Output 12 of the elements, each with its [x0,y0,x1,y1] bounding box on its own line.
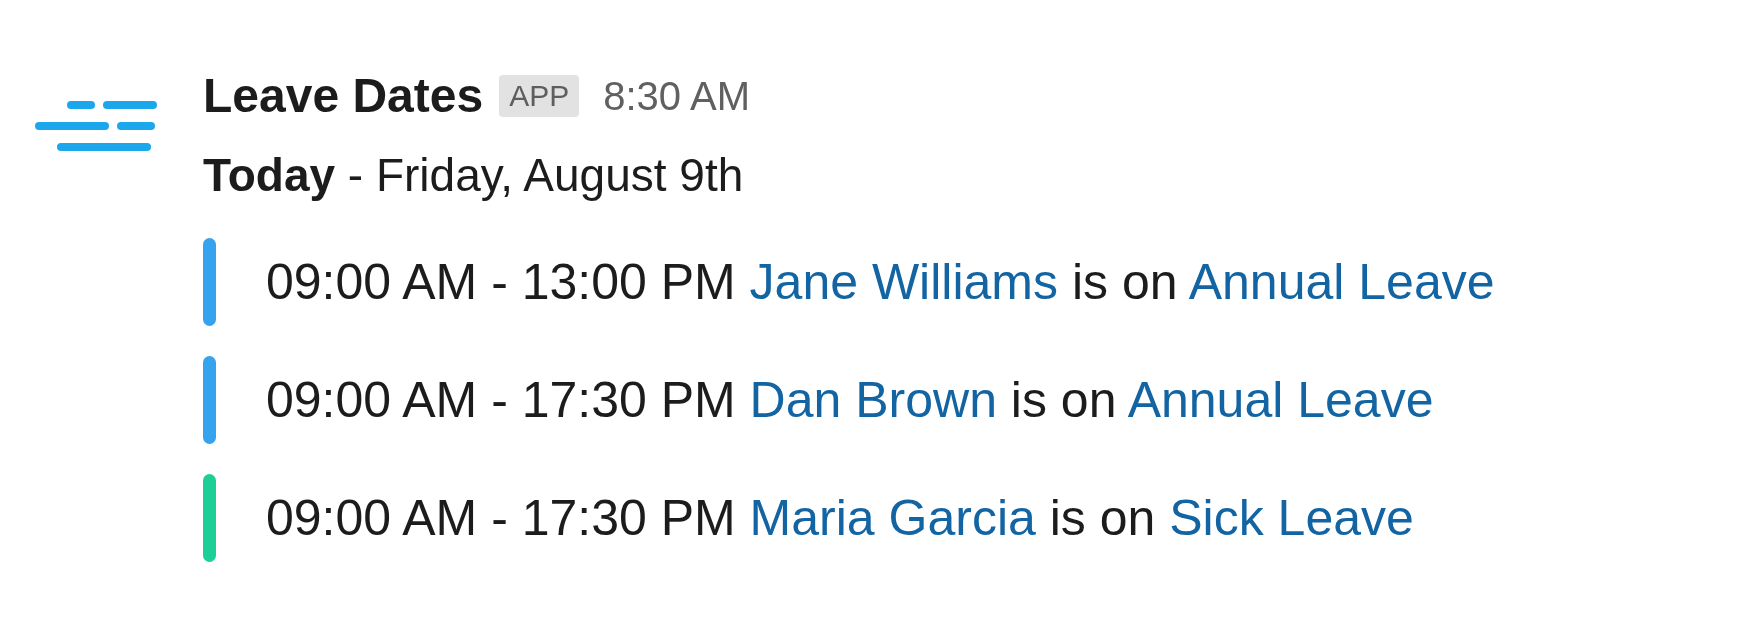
app-name: Leave Dates [203,72,484,120]
leave-entry: 09:00 AM - 13:00 PM Jane Williams is on Annual Leave [266,257,1495,307]
message-time: 8:30 AM [603,76,750,116]
leave-entry: 09:00 AM - 17:30 PM Dan Brown is on Annual Leave [266,375,1434,425]
person-link[interactable]: Jane Williams [749,254,1058,310]
app-badge: APP [499,75,580,117]
leave-entry: 09:00 AM - 17:30 PM Maria Garcia is on Sick Leave [266,493,1414,543]
person-link[interactable]: Maria Garcia [749,490,1036,546]
leave-type-link[interactable]: Annual Leave [1188,254,1495,310]
leave-type-link[interactable]: Annual Leave [1127,372,1434,428]
leave-type-link[interactable]: Sick Leave [1169,490,1414,546]
person-link[interactable]: Dan Brown [749,372,997,428]
